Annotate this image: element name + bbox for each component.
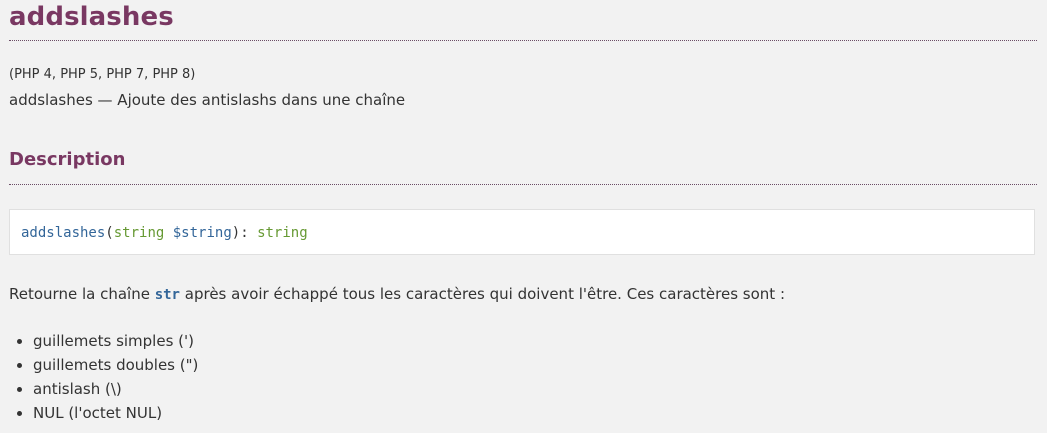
para-text-before: Retourne la chaîne — [9, 285, 155, 303]
synopsis-close-paren: ): — [231, 225, 258, 241]
description-divider — [9, 184, 1037, 185]
method-synopsis: addslashes(string $string): string — [9, 209, 1035, 255]
list-item: guillemets simples (') — [33, 329, 198, 353]
escaped-characters-list: guillemets simples (') guillemets double… — [9, 329, 198, 425]
return-description: Retourne la chaîne str après avoir échap… — [9, 283, 785, 306]
title-divider — [9, 40, 1037, 41]
synopsis-param-var: $string — [172, 225, 232, 241]
param-code-str: str — [154, 287, 180, 303]
synopsis-function-name[interactable]: addslashes — [21, 225, 105, 241]
description-heading: Description — [9, 149, 126, 170]
list-item: guillemets doubles (") — [33, 353, 198, 377]
page-title: addslashes — [9, 2, 174, 32]
synopsis-return-type: string — [257, 225, 308, 241]
para-text-after: après avoir échappé tous les caractères … — [180, 285, 786, 303]
list-item: NUL (l'octet NUL) — [33, 401, 198, 425]
synopsis-param-type: string — [113, 225, 165, 241]
php-versions: (PHP 4, PHP 5, PHP 7, PHP 8) — [9, 67, 196, 82]
synopsis-open-paren: ( — [105, 225, 114, 241]
function-purpose: addslashes — Ajoute des antislashs dans … — [9, 91, 406, 109]
list-item: antislash (\) — [33, 377, 198, 401]
